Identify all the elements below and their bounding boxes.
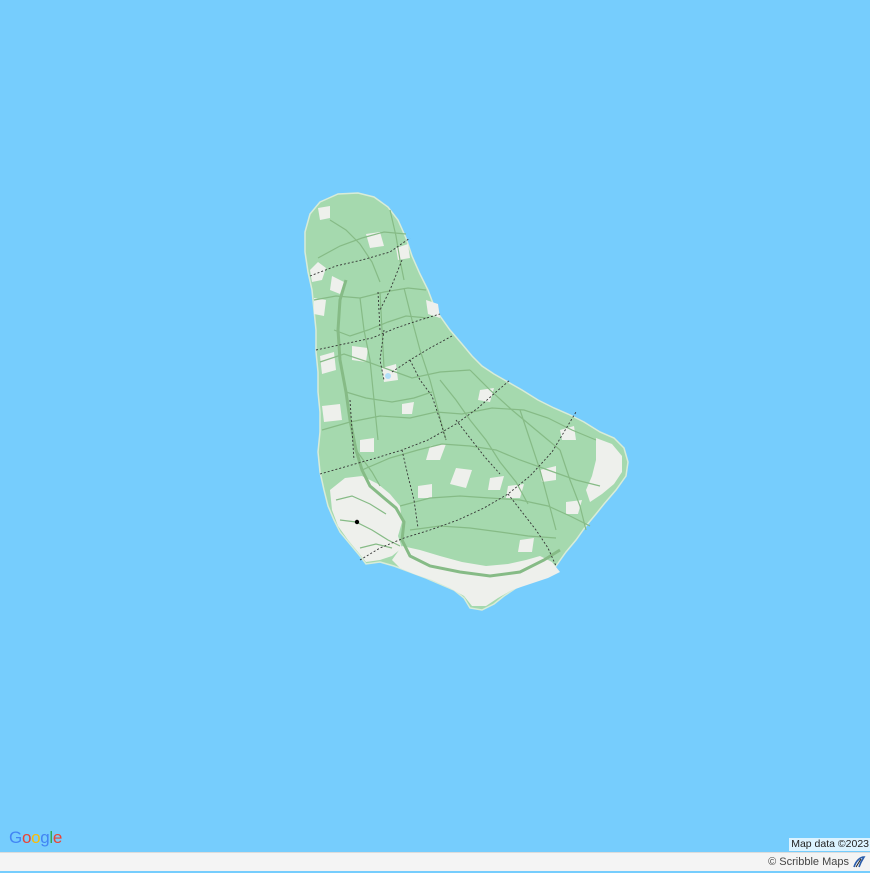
logo-letter: o	[31, 828, 41, 847]
logo-letter: e	[52, 828, 63, 847]
google-logo[interactable]: Google	[9, 828, 62, 848]
map-data-attribution[interactable]: Map data ©2023	[789, 838, 870, 851]
logo-letter: G	[9, 828, 22, 847]
map-canvas[interactable]	[0, 0, 870, 852]
city-marker[interactable]	[354, 519, 360, 525]
footer-bar: © Scribble Maps	[0, 852, 870, 871]
lake	[385, 373, 391, 379]
logo-letter: o	[21, 828, 32, 847]
scribble-credit[interactable]: © Scribble Maps	[768, 855, 866, 869]
scribble-maps-logo-icon	[852, 855, 866, 869]
scribble-credit-text: © Scribble Maps	[768, 856, 849, 868]
map-svg[interactable]	[0, 0, 870, 852]
